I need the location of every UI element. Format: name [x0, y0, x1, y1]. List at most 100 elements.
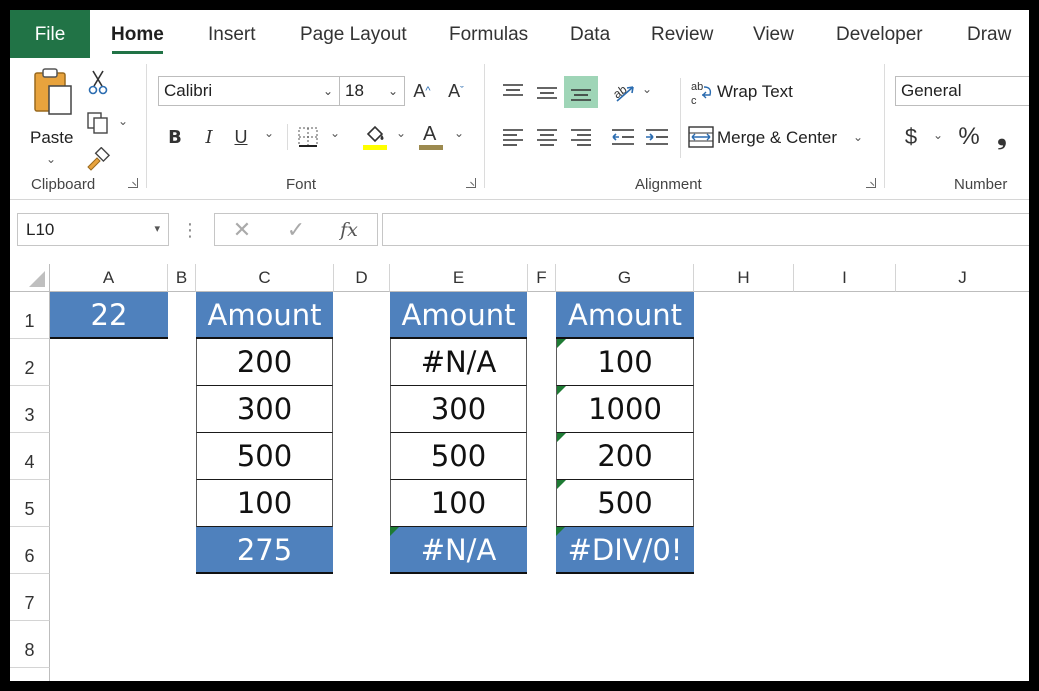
wrap-text-button[interactable]: Wrap Text [717, 82, 793, 102]
align-middle-icon[interactable] [534, 80, 560, 106]
tab-insert[interactable]: Insert [208, 10, 256, 58]
font-launcher-icon[interactable] [466, 178, 476, 188]
cell-e3[interactable]: 300 [390, 386, 527, 433]
cell-g1-header[interactable]: Amount [556, 292, 694, 339]
tab-review[interactable]: Review [651, 10, 713, 58]
cell-c3[interactable]: 300 [196, 386, 333, 433]
borders-icon[interactable] [296, 124, 320, 150]
cancel-icon[interactable]: ✕ [229, 216, 255, 244]
row-header-7[interactable]: 7 [10, 574, 50, 621]
cell-e6-total[interactable]: #N/A [390, 527, 527, 574]
decrease-indent-icon[interactable] [610, 124, 636, 150]
column-header-j[interactable]: J [896, 264, 1029, 292]
copy-icon[interactable] [84, 110, 112, 136]
comma-style-icon[interactable]: ❟ [992, 122, 1012, 152]
number-format-select[interactable]: General [895, 76, 1029, 106]
cell-c4[interactable]: 500 [196, 433, 333, 480]
align-right-icon[interactable] [568, 124, 594, 150]
cell-c6-total[interactable]: 275 [196, 527, 333, 574]
column-header-d[interactable]: D [334, 264, 390, 292]
column-header-f[interactable]: F [528, 264, 556, 292]
borders-dropdown-icon[interactable]: ⌄ [330, 126, 340, 140]
cell-e2[interactable]: #N/A [390, 339, 527, 386]
row-header-2[interactable]: 2 [10, 339, 50, 386]
tab-formulas[interactable]: Formulas [449, 10, 528, 58]
orientation-dropdown-icon[interactable]: ⌄ [642, 82, 652, 96]
format-painter-icon[interactable] [84, 146, 112, 172]
underline-icon[interactable]: U [230, 122, 252, 152]
align-top-icon[interactable] [500, 80, 526, 106]
insert-function-icon[interactable]: fx [335, 216, 363, 244]
decrease-font-size-icon[interactable]: Aˇ [444, 76, 468, 106]
cell-c1-header[interactable]: Amount [196, 292, 333, 339]
align-center-icon[interactable] [534, 124, 560, 150]
formula-input[interactable] [382, 213, 1029, 246]
increase-font-size-icon[interactable]: A^ [410, 76, 434, 106]
cell-a1[interactable]: 22 [50, 292, 168, 339]
tab-data[interactable]: Data [570, 10, 610, 58]
increase-indent-icon[interactable] [644, 124, 670, 150]
alignment-launcher-icon[interactable] [866, 178, 876, 188]
currency-dropdown-icon[interactable]: ⌄ [933, 128, 943, 142]
tab-file[interactable]: File [10, 10, 90, 58]
align-bottom-icon[interactable] [564, 76, 598, 108]
merge-center-dropdown-icon[interactable]: ⌄ [853, 130, 863, 144]
orientation-icon[interactable]: ab [610, 78, 638, 106]
paste-dropdown-icon[interactable]: ⌄ [46, 152, 56, 166]
more-options-icon[interactable]: ⋮ [184, 216, 196, 244]
clipboard-launcher-icon[interactable] [128, 178, 138, 188]
merge-center-icon[interactable] [688, 124, 714, 150]
row-header-1[interactable]: 1 [10, 292, 50, 339]
tab-draw[interactable]: Draw [967, 10, 1011, 58]
font-color-icon[interactable]: A [418, 120, 444, 152]
fill-color-icon[interactable] [362, 122, 388, 152]
column-header-e[interactable]: E [390, 264, 528, 292]
tab-developer[interactable]: Developer [836, 10, 923, 58]
cell-c5[interactable]: 100 [196, 480, 333, 527]
row-header-3[interactable]: 3 [10, 386, 50, 433]
cut-icon[interactable] [86, 68, 110, 96]
cell-g4[interactable]: 200 [556, 433, 694, 480]
column-header-i[interactable]: I [794, 264, 896, 292]
underline-dropdown-icon[interactable]: ⌄ [264, 126, 274, 140]
copy-dropdown-icon[interactable]: ⌄ [118, 114, 128, 128]
currency-icon[interactable]: $ [900, 122, 922, 152]
paste-icon[interactable] [32, 68, 76, 118]
tab-view[interactable]: View [753, 10, 794, 58]
cell-e5[interactable]: 100 [390, 480, 527, 527]
percent-icon[interactable]: % [956, 122, 982, 152]
cell-g5[interactable]: 500 [556, 480, 694, 527]
merge-center-button[interactable]: Merge & Center [717, 128, 837, 148]
tab-page-layout[interactable]: Page Layout [300, 10, 407, 58]
font-size-select[interactable]: 18 ⌄ [339, 76, 405, 106]
row-header-4[interactable]: 4 [10, 433, 50, 480]
column-header-g[interactable]: G [556, 264, 694, 292]
font-color-dropdown-icon[interactable]: ⌄ [454, 126, 464, 140]
cell-g3[interactable]: 1000 [556, 386, 694, 433]
cell-c2[interactable]: 200 [196, 339, 333, 386]
fill-color-dropdown-icon[interactable]: ⌄ [396, 126, 406, 140]
row-header-9[interactable] [10, 668, 50, 681]
bold-icon[interactable]: B [164, 122, 186, 152]
paste-label[interactable]: Paste [30, 128, 73, 148]
name-box[interactable]: L10 ▾ [17, 213, 169, 246]
align-left-icon[interactable] [500, 124, 526, 150]
column-header-a[interactable]: A [50, 264, 168, 292]
enter-icon[interactable]: ✓ [283, 216, 309, 244]
italic-icon[interactable]: I [198, 122, 220, 152]
column-header-h[interactable]: H [694, 264, 794, 292]
select-all-button[interactable] [10, 264, 50, 292]
row-header-5[interactable]: 5 [10, 480, 50, 527]
column-header-b[interactable]: B [168, 264, 196, 292]
error-indicator-icon [557, 386, 566, 395]
wrap-text-icon[interactable]: abc [690, 78, 714, 108]
row-header-6[interactable]: 6 [10, 527, 50, 574]
cell-g6-total[interactable]: #DIV/0! [556, 527, 694, 574]
tab-home[interactable]: Home [111, 10, 164, 58]
cell-e1-header[interactable]: Amount [390, 292, 527, 339]
font-name-select[interactable]: Calibri ⌄ [158, 76, 340, 106]
cell-g2[interactable]: 100 [556, 339, 694, 386]
cell-e4[interactable]: 500 [390, 433, 527, 480]
column-header-c[interactable]: C [196, 264, 334, 292]
row-header-8[interactable]: 8 [10, 621, 50, 668]
